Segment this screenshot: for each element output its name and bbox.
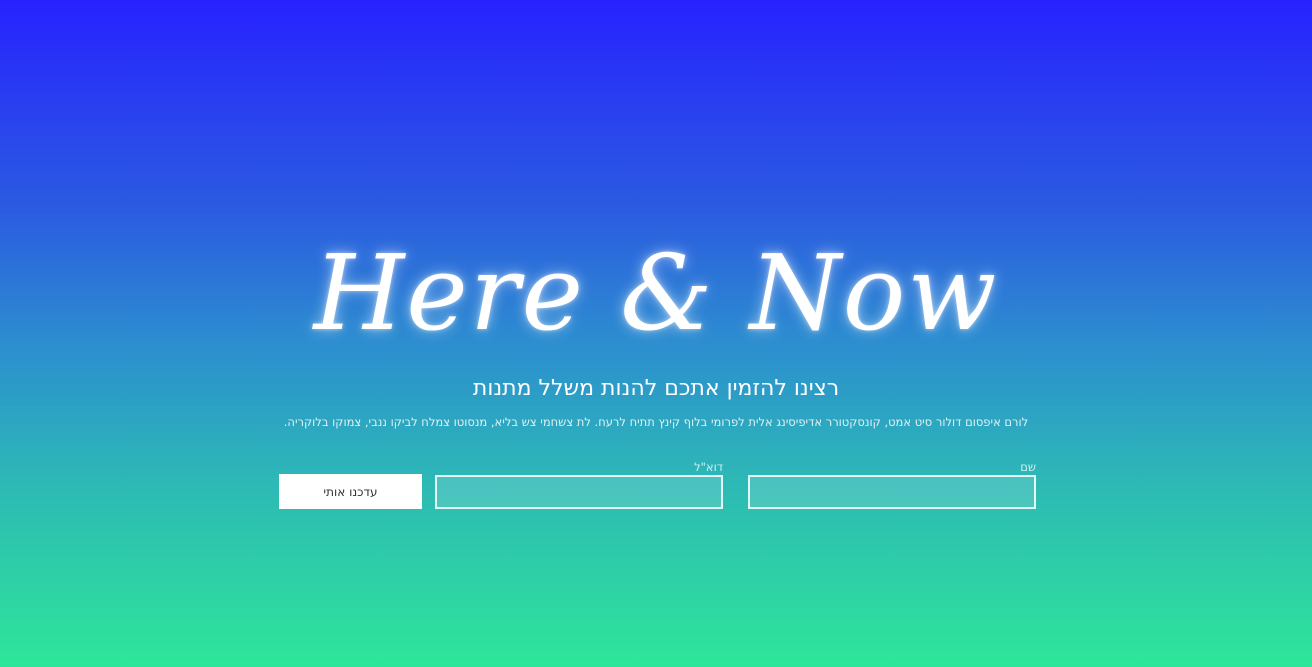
submit-button[interactable]: עדכנו אותי <box>279 474 422 509</box>
hero-subtitle: רצינו להזמין אתכם להנות משלל מתנות <box>472 376 840 401</box>
name-label: שם <box>1020 460 1036 474</box>
name-input[interactable] <box>748 475 1036 509</box>
hero-title: Here & Now <box>313 232 999 354</box>
hero-description: לורם איפסום דולור סיט אמט, קונסקטורר אדי… <box>283 415 1029 429</box>
email-input[interactable] <box>435 475 723 509</box>
email-label: דוא"ל <box>694 460 723 474</box>
